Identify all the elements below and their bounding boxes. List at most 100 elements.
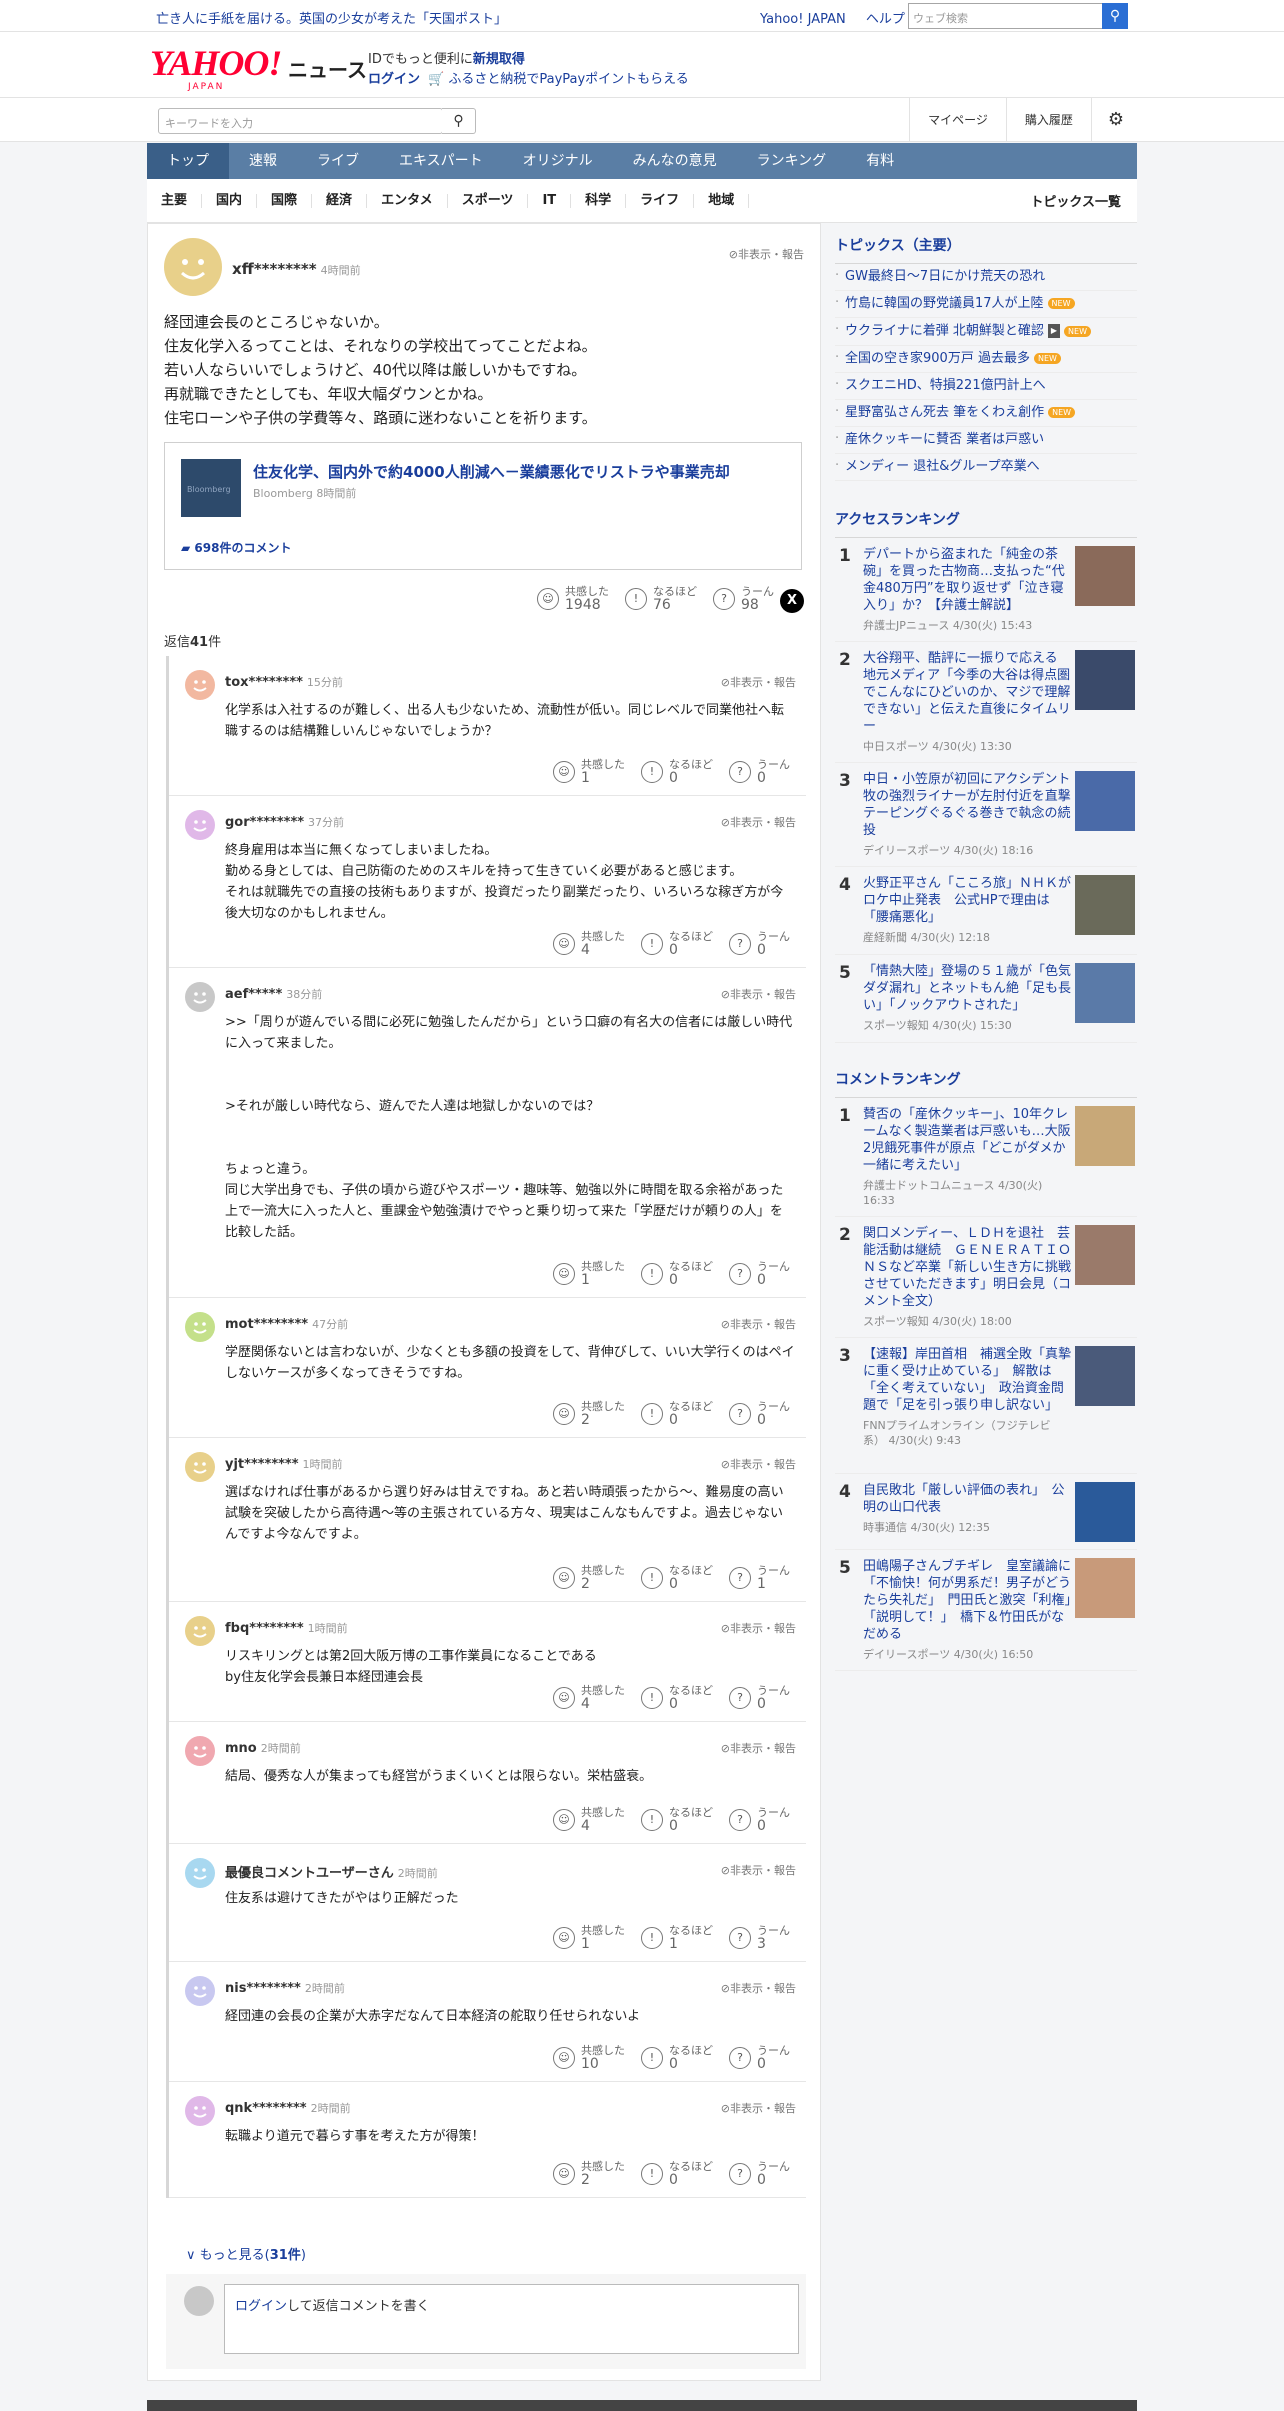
reply-user[interactable]: gor******** 37分前 bbox=[225, 814, 344, 830]
reaction-empathy[interactable]: ☺ 共感した 1 bbox=[553, 1925, 625, 1951]
hide-report-link[interactable]: ⊘非表示・報告 bbox=[721, 1980, 796, 1996]
gnav-ranking[interactable]: ランキング bbox=[737, 143, 847, 179]
reaction-empathy[interactable]: ☺ 共感した 4 bbox=[553, 1685, 625, 1711]
ranking-item[interactable]: 1 賛否の「産休クッキー」、10年クレームなく製造業者は戸惑いも…大阪2児餓死事件… bbox=[835, 1098, 1137, 1217]
reaction-hmm[interactable]: ? うーん 0 bbox=[729, 1401, 790, 1427]
yahoo-logo[interactable]: YAHOO! bbox=[150, 45, 282, 81]
cat-local[interactable]: 地域 bbox=[694, 193, 750, 208]
hide-report-link[interactable]: ⊘非表示・報告 bbox=[729, 246, 804, 262]
keyword-search-button[interactable]: ⚲ bbox=[442, 108, 476, 134]
avatar[interactable] bbox=[185, 1312, 215, 1342]
reaction-empathy[interactable]: ☺ 共感した 4 bbox=[553, 931, 625, 957]
gnav-top[interactable]: トップ bbox=[147, 143, 229, 179]
cat-it[interactable]: IT bbox=[528, 193, 572, 208]
reaction-empathy[interactable]: ☺ 共感した 1 bbox=[553, 1261, 625, 1287]
ranking-item[interactable]: 1 デパートから盗まれた「純金の茶碗」を買った古物商…支払った“代金480万円”を… bbox=[835, 538, 1137, 642]
cat-life[interactable]: ライフ bbox=[626, 193, 695, 208]
rank-title[interactable]: 関口メンディー、ＬＤＨを退社 芸能活動は継続 ＧＥＮＥＲＡＴＩＯＮＳなど卒業「新… bbox=[863, 1225, 1071, 1310]
news-title[interactable]: ニュース bbox=[288, 54, 367, 83]
furusato-link[interactable]: ふるさと納税でPayPayポイントもらえる bbox=[448, 72, 688, 87]
avatar[interactable] bbox=[185, 1452, 215, 1482]
reaction-empathy[interactable]: ☺ 共感した 1948 bbox=[537, 586, 609, 612]
gnav-paid[interactable]: 有料 bbox=[846, 143, 914, 179]
topic-item[interactable]: ウクライナに着弾 北朝鮮製と確認▶NEW bbox=[835, 318, 1137, 346]
hide-report-link[interactable]: ⊘非表示・報告 bbox=[721, 674, 796, 690]
hide-report-link[interactable]: ⊘非表示・報告 bbox=[721, 1456, 796, 1472]
web-search-button[interactable]: ⚲ bbox=[1102, 3, 1128, 29]
avatar[interactable] bbox=[185, 1736, 215, 1766]
gnav-opinion[interactable]: みんなの意見 bbox=[613, 143, 737, 179]
reaction-empathy[interactable]: ☺ 共感した 1 bbox=[553, 759, 625, 785]
reaction-insight[interactable]: ! なるほど 0 bbox=[641, 1401, 713, 1427]
article-title[interactable]: 住友化学、国内外で約4000人削減へ－業績悪化でリストラや事業売却 bbox=[253, 461, 730, 482]
rank-title[interactable]: 「情熱大陸」登場の５１歳が「色気ダダ漏れ」とネットもん絶「足も長い」「ノックアウ… bbox=[863, 963, 1071, 1014]
avatar[interactable] bbox=[185, 1858, 215, 1888]
web-search-input[interactable]: ウェブ検索 bbox=[908, 3, 1108, 29]
cat-entertainment[interactable]: エンタメ bbox=[367, 193, 448, 208]
hide-report-link[interactable]: ⊘非表示・報告 bbox=[721, 1316, 796, 1332]
ranking-item[interactable]: 5 田嶋陽子さんブチギレ 皇室議論に「不愉快！何が男系だ！男子がどうたら失礼だ」 … bbox=[835, 1550, 1137, 1671]
rank-title[interactable]: 田嶋陽子さんブチギレ 皇室議論に「不愉快！何が男系だ！男子がどうたら失礼だ」 門… bbox=[863, 1558, 1071, 1643]
ranking-item[interactable]: 5 「情熱大陸」登場の５１歳が「色気ダダ漏れ」とネットもん絶「足も長い」「ノックア… bbox=[835, 955, 1137, 1043]
reply-user[interactable]: mot******** 47分前 bbox=[225, 1316, 348, 1332]
reaction-hmm[interactable]: ? うーん 0 bbox=[729, 931, 790, 957]
rank-title[interactable]: 火野正平さん「こころ旅」ＮＨＫがロケ中止発表 公式HPで理由は「腰痛悪化」 bbox=[863, 875, 1071, 926]
hide-report-link[interactable]: ⊘非表示・報告 bbox=[721, 986, 796, 1002]
reply-user[interactable]: nis******** 2時間前 bbox=[225, 1980, 345, 1996]
hide-report-link[interactable]: ⊘非表示・報告 bbox=[721, 814, 796, 830]
promo-link[interactable]: 亡き人に手紙を届ける。英国の少女が考えた「天国ポスト」 bbox=[156, 8, 507, 27]
reply-user[interactable]: 最優良コメントユーザーさん 2時間前 bbox=[225, 1862, 438, 1881]
post-user[interactable]: xff******** 4時間前 bbox=[232, 260, 361, 278]
reaction-empathy[interactable]: ☺ 共感した 4 bbox=[553, 1807, 625, 1833]
reply-user[interactable]: aef***** 38分前 bbox=[225, 986, 322, 1002]
reaction-hmm[interactable]: ? うーん 0 bbox=[729, 1685, 790, 1711]
avatar[interactable] bbox=[185, 810, 215, 840]
reaction-hmm[interactable]: ? うーん 0 bbox=[729, 2161, 790, 2187]
topic-item[interactable]: スクエニHD、特損221億円計上へ bbox=[835, 373, 1137, 400]
register-link[interactable]: 新規取得 bbox=[473, 52, 525, 67]
reaction-hmm[interactable]: ? うーん 3 bbox=[729, 1925, 790, 1951]
reaction-insight[interactable]: ! なるほど 0 bbox=[641, 1261, 713, 1287]
avatar[interactable] bbox=[185, 982, 215, 1012]
more-link[interactable]: ∨ もっと見る(31件) bbox=[186, 2244, 306, 2263]
reaction-empathy[interactable]: ☺ 共感した 10 bbox=[553, 2045, 625, 2071]
ranking-item[interactable]: 3 中日・小笠原が初回にアクシデント 牧の強烈ライナーが左肘付近を直撃 テーピング… bbox=[835, 763, 1137, 867]
mypage-link[interactable]: マイページ bbox=[909, 98, 1006, 142]
gnav-live[interactable]: ライブ bbox=[297, 143, 379, 179]
login-link[interactable]: ログイン bbox=[235, 2299, 287, 2314]
reaction-empathy[interactable]: ☺ 共感した 2 bbox=[553, 2161, 625, 2187]
help-link[interactable]: ヘルプ bbox=[866, 12, 905, 27]
reply-user[interactable]: qnk******** 2時間前 bbox=[225, 2100, 351, 2116]
reaction-insight[interactable]: ! なるほど 0 bbox=[641, 931, 713, 957]
avatar[interactable] bbox=[164, 238, 222, 296]
rank-title[interactable]: 大谷翔平、酷評に一振りで応える 地元メディア「今季の大谷は得点圏でこんなにひどい… bbox=[863, 650, 1071, 735]
reaction-insight[interactable]: ! なるほど 0 bbox=[641, 759, 713, 785]
reaction-hmm[interactable]: ? うーん 98 bbox=[713, 586, 774, 612]
yahoo-japan-link[interactable]: Yahoo! JAPAN bbox=[760, 12, 846, 27]
avatar[interactable] bbox=[185, 2096, 215, 2126]
gnav-original[interactable]: オリジナル bbox=[503, 143, 613, 179]
article-card[interactable]: Bloomberg 住友化学、国内外で約4000人削減へ－業績悪化でリストラや事… bbox=[164, 442, 802, 570]
cat-sports[interactable]: スポーツ bbox=[448, 193, 529, 208]
reaction-insight[interactable]: ! なるほど 0 bbox=[641, 2161, 713, 2187]
ranking-item[interactable]: 4 火野正平さん「こころ旅」ＮＨＫがロケ中止発表 公式HPで理由は「腰痛悪化」 産経… bbox=[835, 867, 1137, 955]
history-link[interactable]: 購入履歴 bbox=[1005, 98, 1091, 142]
cat-science[interactable]: 科学 bbox=[571, 193, 627, 208]
reaction-hmm[interactable]: ? うーん 0 bbox=[729, 759, 790, 785]
ranking-item[interactable]: 3 【速報】岸田首相 補選全敗「真摯に重く受け止めている」 解散は「全く考えていな… bbox=[835, 1338, 1137, 1474]
reaction-hmm[interactable]: ? うーん 1 bbox=[729, 1565, 790, 1591]
rank-title[interactable]: 中日・小笠原が初回にアクシデント 牧の強烈ライナーが左肘付近を直撃 テーピングぐ… bbox=[863, 771, 1084, 839]
reaction-empathy[interactable]: ☺ 共感した 2 bbox=[553, 1565, 625, 1591]
cat-world[interactable]: 国際 bbox=[257, 193, 313, 208]
reaction-insight[interactable]: ! なるほど 0 bbox=[641, 1565, 713, 1591]
rank-title[interactable]: 賛否の「産休クッキー」、10年クレームなく製造業者は戸惑いも…大阪2児餓死事件が… bbox=[863, 1106, 1071, 1174]
reply-user[interactable]: fbq******** 1時間前 bbox=[225, 1620, 348, 1636]
x-share-icon[interactable]: X bbox=[780, 589, 804, 613]
reaction-insight[interactable]: ! なるほど 0 bbox=[641, 1685, 713, 1711]
gnav-breaking[interactable]: 速報 bbox=[229, 143, 297, 179]
reply-user[interactable]: tox******** 15分前 bbox=[225, 674, 343, 690]
ranking-item[interactable]: 4 自民敗北「厳しい評価の表れ」 公明の山口代表 時事通信 4/30(火) 12:3… bbox=[835, 1474, 1137, 1550]
topic-item[interactable]: 星野富弘さん死去 筆をくわえ創作NEW bbox=[835, 400, 1137, 427]
cat-domestic[interactable]: 国内 bbox=[202, 193, 258, 208]
keyword-search-input[interactable]: キーワードを入力 bbox=[158, 108, 443, 134]
